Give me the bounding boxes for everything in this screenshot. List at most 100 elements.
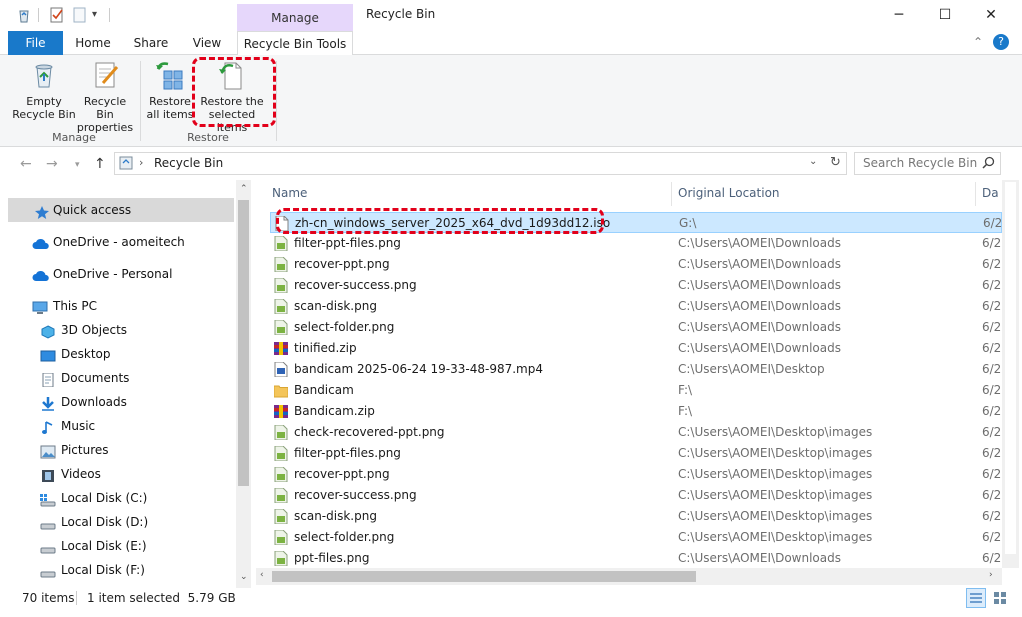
column-divider[interactable] — [671, 182, 672, 206]
png-file-icon — [274, 550, 288, 567]
scroll-right-icon[interactable]: › — [989, 570, 993, 580]
scroll-thumb[interactable] — [272, 571, 696, 582]
ribbon-divider — [140, 61, 141, 141]
file-row[interactable]: tinified.zip C:\Users\AOMEI\Downloads 6/2 — [270, 338, 1002, 359]
customize-toolbar-icon[interactable]: ▾ — [92, 7, 102, 23]
scroll-down-icon[interactable]: ⌄ — [240, 572, 248, 582]
nav-item-music[interactable]: Music — [8, 414, 234, 438]
nav-item-onedrive-aomeitech[interactable]: OneDrive - aomeitech — [8, 230, 234, 254]
file-row[interactable]: ppt-files.png C:\Users\AOMEI\Downloads 6/2 — [270, 548, 1002, 568]
music-note-icon — [40, 419, 56, 434]
film-icon — [40, 467, 56, 482]
collapse-ribbon-icon[interactable]: ⌃ — [973, 35, 983, 49]
group-restore-label: Restore — [187, 131, 229, 144]
date-deleted: 6/2 — [982, 446, 1002, 460]
nav-item-videos[interactable]: Videos — [8, 462, 234, 486]
png-file-icon — [274, 529, 288, 546]
column-header-original-location[interactable]: Original Location — [678, 186, 780, 204]
tab-view[interactable]: View — [184, 31, 230, 55]
file-row[interactable]: filter-ppt-files.png C:\Users\AOMEI\Downl… — [270, 233, 1002, 254]
nav-item-downloads[interactable]: Downloads — [8, 390, 234, 414]
original-location: C:\Users\AOMEI\Desktop\images — [678, 509, 873, 523]
file-row[interactable]: Bandicam F:\ 6/2 — [270, 380, 1002, 401]
tab-home[interactable]: Home — [70, 31, 116, 55]
nav-label: Local Disk (F:) — [61, 563, 145, 577]
address-dropdown-icon[interactable]: ⌄ — [809, 156, 817, 167]
file-row[interactable]: scan-disk.png C:\Users\AOMEI\Desktop\imag… — [270, 506, 1002, 527]
help-icon[interactable]: ? — [993, 34, 1009, 50]
tab-share[interactable]: Share — [128, 31, 174, 55]
new-folder-icon[interactable] — [73, 7, 87, 23]
back-arrow-icon[interactable]: ← — [20, 156, 32, 172]
maximize-button[interactable]: ☐ — [922, 0, 968, 31]
file-row[interactable]: recover-ppt.png C:\Users\AOMEI\Downloads 6… — [270, 254, 1002, 275]
file-row[interactable]: recover-success.png C:\Users\AOMEI\Downlo… — [270, 275, 1002, 296]
file-row[interactable]: check-recovered-ppt.png C:\Users\AOMEI\De… — [270, 422, 1002, 443]
nav-item-documents[interactable]: Documents — [8, 366, 234, 390]
column-divider[interactable] — [975, 182, 976, 206]
breadcrumb-separator-icon: › — [139, 156, 144, 169]
recent-locations-icon[interactable]: ▾ — [75, 160, 80, 170]
scroll-up-icon[interactable]: ⌃ — [240, 184, 248, 194]
date-deleted: 6/2 — [982, 404, 1002, 418]
column-header-date[interactable]: Da — [982, 186, 999, 204]
file-row[interactable]: select-folder.png C:\Users\AOMEI\Desktop\… — [270, 527, 1002, 548]
file-row[interactable]: recover-ppt.png C:\Users\AOMEI\Desktop\im… — [270, 464, 1002, 485]
original-location: C:\Users\AOMEI\Desktop\images — [678, 488, 873, 502]
system-drive-icon — [40, 491, 56, 507]
file-row[interactable]: scan-disk.png C:\Users\AOMEI\Downloads 6/2 — [270, 296, 1002, 317]
file-list-vertical-scrollbar[interactable] — [1002, 180, 1019, 568]
recycle-bin-icon[interactable] — [16, 7, 32, 23]
file-row[interactable]: Bandicam.zip F:\ 6/2 — [270, 401, 1002, 422]
restore-all-items-button[interactable]: Restore all items — [146, 59, 194, 121]
navigation-bar: ← → ▾ ↑ › Recycle Bin ⌄ ↻ Search Recycle… — [0, 148, 1022, 180]
png-file-icon — [274, 319, 288, 336]
restore-all-label-1: Restore — [149, 95, 191, 108]
large-icons-view-icon[interactable] — [991, 589, 1009, 607]
nav-item-local-disk-e[interactable]: Local Disk (E:) — [8, 534, 234, 558]
search-icon[interactable] — [982, 156, 995, 169]
recycle-bin-properties-button[interactable]: Recycle Bin properties — [74, 59, 136, 134]
nav-item-quick-access[interactable]: Quick access — [8, 198, 234, 222]
column-header-name[interactable]: Name — [272, 186, 307, 204]
up-arrow-icon[interactable]: ↑ — [94, 156, 106, 172]
original-location: C:\Users\AOMEI\Downloads — [678, 278, 841, 292]
scroll-thumb[interactable] — [238, 200, 249, 486]
scroll-track[interactable] — [1005, 182, 1016, 554]
tab-file[interactable]: File — [8, 31, 63, 55]
file-row[interactable]: select-folder.png C:\Users\AOMEI\Download… — [270, 317, 1002, 338]
file-name: check-recovered-ppt.png — [294, 425, 445, 439]
file-row[interactable]: bandicam 2025-06-24 19-33-48-987.mp4 C:\U… — [270, 359, 1002, 380]
nav-item-3d-objects[interactable]: 3D Objects — [8, 318, 234, 342]
close-button[interactable]: ✕ — [968, 0, 1014, 31]
search-input[interactable]: Search Recycle Bin — [863, 156, 977, 170]
details-view-icon[interactable] — [966, 588, 986, 608]
nav-item-local-disk-d[interactable]: Local Disk (D:) — [8, 510, 234, 534]
nav-item-this-pc[interactable]: This PC — [8, 294, 234, 318]
nav-item-local-disk-f[interactable]: Local Disk (F:) — [8, 558, 234, 582]
original-location: C:\Users\AOMEI\Downloads — [678, 551, 841, 565]
png-file-icon — [274, 424, 288, 441]
nav-item-local-disk-c[interactable]: Local Disk (C:) — [8, 486, 234, 510]
file-list-horizontal-scrollbar[interactable]: ‹ › — [256, 568, 1002, 585]
forward-arrow-icon[interactable]: → — [46, 156, 58, 172]
highlight-outline — [192, 57, 276, 127]
nav-scrollbar[interactable]: ⌃ ⌄ — [236, 180, 251, 588]
minimize-button[interactable]: ─ — [876, 0, 922, 31]
address-bar[interactable]: › Recycle Bin ⌄ ↻ — [114, 152, 847, 175]
zip-file-icon — [274, 341, 288, 356]
png-file-icon — [274, 298, 288, 315]
drive-icon — [40, 515, 56, 530]
empty-recycle-bin-button[interactable]: Empty Recycle Bin — [12, 59, 76, 121]
scroll-left-icon[interactable]: ‹ — [260, 570, 264, 580]
tab-recycle-bin-tools[interactable]: Recycle Bin Tools — [237, 31, 353, 56]
refresh-icon[interactable]: ↻ — [830, 155, 841, 170]
nav-item-onedrive-personal[interactable]: OneDrive - Personal — [8, 262, 234, 286]
properties-icon[interactable] — [49, 7, 65, 23]
search-box[interactable]: Search Recycle Bin — [854, 152, 1001, 175]
breadcrumb[interactable]: Recycle Bin — [154, 156, 223, 170]
file-row[interactable]: filter-ppt-files.png C:\Users\AOMEI\Deskt… — [270, 443, 1002, 464]
nav-item-desktop[interactable]: Desktop — [8, 342, 234, 366]
nav-item-pictures[interactable]: Pictures — [8, 438, 234, 462]
file-row[interactable]: recover-success.png C:\Users\AOMEI\Deskto… — [270, 485, 1002, 506]
